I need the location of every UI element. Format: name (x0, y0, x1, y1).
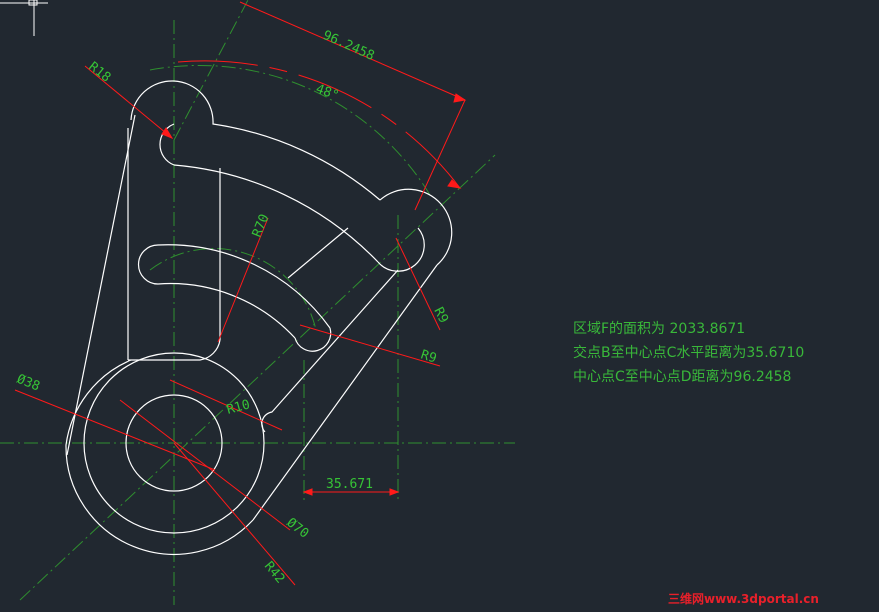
dim-96-2458: 96.2458 (320, 28, 376, 64)
dim-35-671: 35.671 (326, 477, 373, 492)
dimension-labels: R18 R70 R9 R9 R10 Ø38 Ø70 R42 48° 96.245… (15, 28, 451, 587)
drawing-svg: R18 R70 R9 R9 R10 Ø38 Ø70 R42 48° 96.245… (0, 0, 819, 606)
lower-slot-right-end (294, 327, 332, 352)
part-geometry (65, 80, 453, 555)
info-line-distance: 中心点C至中心点D距离为96.2458 (573, 368, 791, 385)
dia38-leader (14, 389, 216, 471)
arc-centerline-r70 (149, 248, 317, 331)
lower-slot-left-end (137, 244, 159, 285)
upper-diagonal-centerline (173, 0, 249, 141)
r10-fillet (261, 269, 399, 433)
dim-r18: R18 (86, 59, 114, 85)
arc-centerline-outer (149, 64, 431, 196)
dim-r9-lower: R9 (419, 348, 439, 367)
dim-96-ext (414, 99, 466, 211)
dia70-leader (119, 399, 291, 531)
dim-dia70: Ø70 (284, 515, 312, 541)
dim-r70: R70 (250, 212, 273, 239)
dim-angle-48: 48° (314, 82, 341, 104)
cad-drawing-canvas[interactable]: R18 R70 R9 R9 R10 Ø38 Ø70 R42 48° 96.245… (0, 0, 879, 612)
lower-slot-lower (157, 282, 296, 339)
web-diagonal (287, 227, 349, 279)
info-text-block: 区域F的面积为 2033.8671 交点B至中心点C水平距离为35.6710 中… (573, 321, 804, 385)
watermark: 三维网www.3dportal.cn (668, 591, 819, 606)
outer-arc-r42 (65, 359, 254, 555)
dim-r9-upper: R9 (430, 305, 450, 326)
upper-slot-inner (173, 164, 379, 263)
right-lobe (379, 188, 453, 266)
info-line-area: 区域F的面积为 2033.8671 (573, 321, 745, 337)
crosshair-cursor-icon (0, 0, 48, 36)
info-line-horizontal: 交点B至中心点C水平距离为35.6710 (573, 344, 804, 361)
lower-slot-upper (157, 244, 331, 329)
dim-r42: R42 (261, 559, 288, 587)
